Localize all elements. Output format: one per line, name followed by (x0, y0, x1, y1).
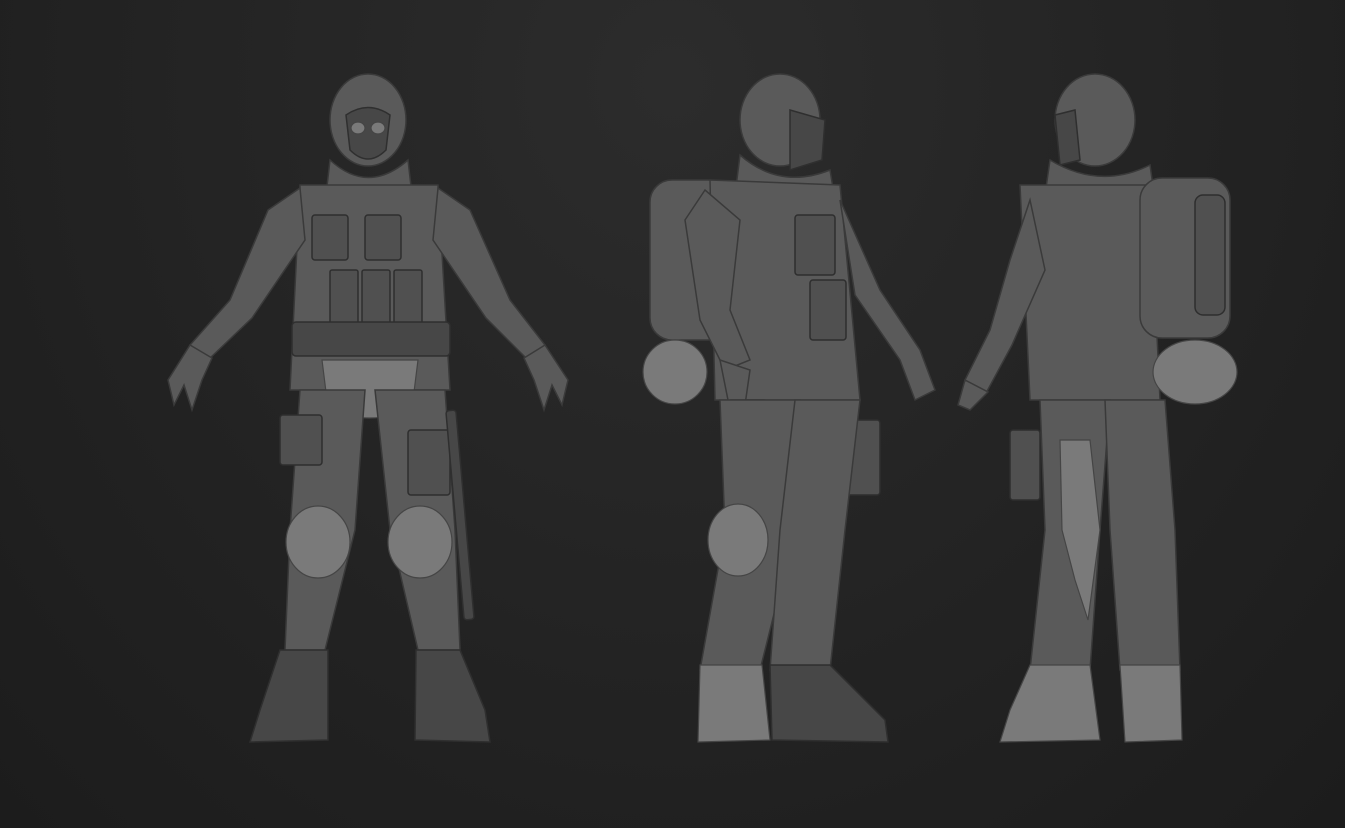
skull-mask (1054, 109, 1081, 166)
mag-pouch (393, 269, 423, 326)
mag-pouch (361, 269, 391, 326)
back-view-character (957, 73, 1238, 743)
knee-pad (285, 505, 351, 579)
utility-belt (291, 321, 451, 357)
skull-mask (345, 106, 391, 160)
mask-eye-left (350, 121, 366, 135)
skull-mask (789, 109, 826, 172)
hand-left (167, 343, 213, 413)
arm-left (188, 186, 306, 362)
boot-back (769, 664, 889, 743)
front-view-character (167, 73, 569, 743)
knee-pad (387, 505, 453, 579)
boot-front (697, 664, 771, 743)
chest-pouch (794, 214, 836, 276)
thigh-pouch (1009, 429, 1041, 501)
side-view-character (642, 73, 936, 743)
sculpt-viewport (0, 0, 1345, 828)
mag-pouch (329, 269, 359, 326)
boot-right (414, 649, 491, 743)
boot-front (999, 664, 1101, 743)
thigh-pouch (407, 429, 451, 496)
thigh-pouch (279, 414, 323, 466)
chest-pouch (311, 214, 349, 261)
torso (1019, 184, 1161, 401)
boot-back (1119, 664, 1183, 743)
backpack-side-pouch (1194, 194, 1226, 316)
hand-right (523, 343, 569, 413)
chest-pouch (364, 214, 402, 261)
boot-left (248, 649, 329, 743)
mag-pouch (809, 279, 847, 341)
bedroll (1152, 339, 1238, 405)
leg-back (1104, 399, 1181, 671)
bedroll (642, 339, 708, 405)
knee-pad (707, 503, 769, 577)
mask-eye-right (370, 121, 386, 135)
